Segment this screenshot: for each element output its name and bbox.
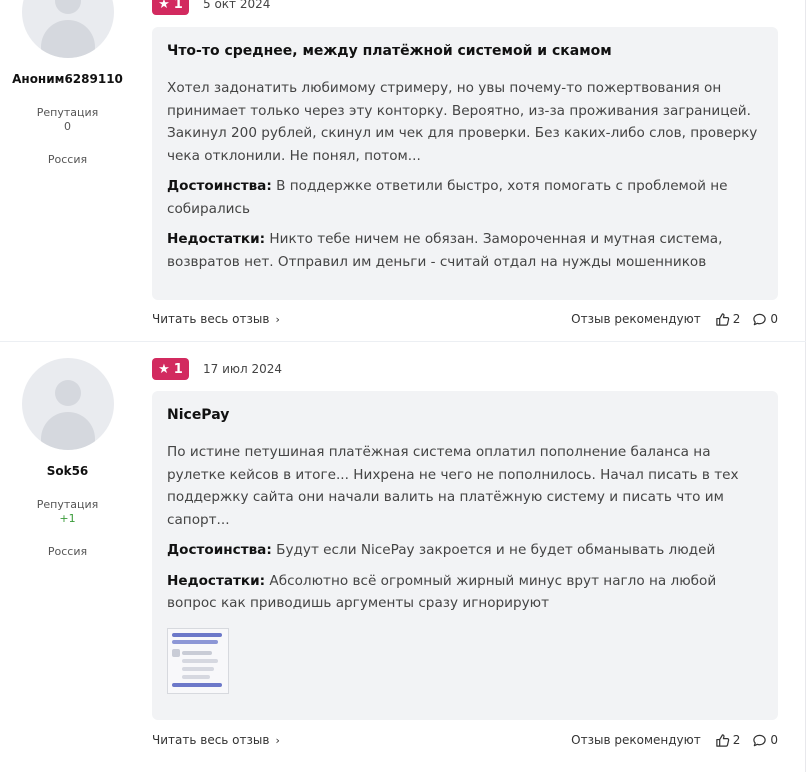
username[interactable]: Sok56 xyxy=(0,464,135,478)
rating-row: ★ 1 5 окт 2024 xyxy=(152,0,270,15)
username[interactable]: Аноним6289110 xyxy=(0,72,135,86)
read-more-label: Читать весь отзыв xyxy=(152,733,270,747)
review-footer: Читать весь отзыв › Отзыв рекомендуют 2 0 xyxy=(152,730,778,750)
rating-badge: ★ 1 xyxy=(152,0,189,15)
cons-label: Недостатки: xyxy=(167,572,266,589)
comment-icon xyxy=(753,734,767,746)
pros-block: Достоинства: В поддержке ответили быстро… xyxy=(167,175,763,220)
review-author: Аноним6289110 Репутация 0 Россия xyxy=(0,0,135,166)
pros-label: Достоинства: xyxy=(167,542,272,558)
comment-count: 0 xyxy=(770,733,778,747)
cons-block: Недостатки: Никто тебе ничем не обязан. … xyxy=(167,228,763,273)
rating-badge: ★ 1 xyxy=(152,358,189,380)
thumbs-up-icon xyxy=(715,312,729,326)
review-actions: Отзыв рекомендуют 2 0 xyxy=(571,309,778,329)
pros-text: Будут если NicePay закроется и не будет … xyxy=(276,542,716,558)
star-icon: ★ xyxy=(158,361,170,377)
reputation-value: 0 xyxy=(64,120,71,133)
avatar[interactable] xyxy=(21,0,114,58)
review-date: 17 июл 2024 xyxy=(203,362,283,376)
review-body: Что-то среднее, между платёжной системой… xyxy=(152,27,778,300)
avatar[interactable] xyxy=(21,358,114,450)
review-text: Хотел задонатить любимому стримеру, но у… xyxy=(167,80,758,164)
comment-button[interactable]: 0 xyxy=(752,309,778,329)
comment-count: 0 xyxy=(770,312,778,326)
like-button[interactable]: 2 xyxy=(715,730,741,750)
review-title[interactable]: Что-то среднее, между платёжной системой… xyxy=(167,41,763,61)
author-country: Россия xyxy=(47,153,88,166)
review-photo-thumbnail[interactable] xyxy=(167,627,229,694)
read-more-link[interactable]: Читать весь отзыв › xyxy=(152,730,280,751)
reputation-label: Репутация xyxy=(36,106,99,119)
recommend-label: Отзыв рекомендуют xyxy=(571,733,701,747)
review-text: По истине петушиная платёжная система оп… xyxy=(167,444,739,528)
review-card: Sok56 Репутация +1 Россия ★ 1 17 июл 202… xyxy=(0,342,806,772)
cons-block: Недостатки: Абсолютно всё огромный жирны… xyxy=(167,570,763,615)
read-more-link[interactable]: Читать весь отзыв › xyxy=(152,309,280,330)
review-card: Аноним6289110 Репутация 0 Россия ★ 1 5 о… xyxy=(0,0,806,342)
pros-label: Достоинства: xyxy=(167,178,272,194)
cons-label: Недостатки: xyxy=(167,231,266,247)
star-icon: ★ xyxy=(158,0,170,12)
like-button[interactable]: 2 xyxy=(715,309,741,329)
reputation-value: +1 xyxy=(59,512,76,525)
read-more-label: Читать весь отзыв xyxy=(152,312,270,326)
review-footer: Читать весь отзыв › Отзыв рекомендуют 2 0 xyxy=(152,309,778,329)
comment-button[interactable]: 0 xyxy=(752,730,778,750)
like-count: 2 xyxy=(732,733,741,747)
review-author: Sok56 Репутация +1 Россия xyxy=(0,358,135,558)
rating-value: 1 xyxy=(173,0,183,12)
chevron-right-icon: › xyxy=(275,734,280,747)
reputation-label: Репутация xyxy=(36,498,99,511)
review-title[interactable]: NicePay xyxy=(167,405,763,425)
review-date: 5 окт 2024 xyxy=(203,0,271,11)
review-actions: Отзыв рекомендуют 2 0 xyxy=(571,730,778,750)
comment-icon xyxy=(753,313,767,325)
recommend-label: Отзыв рекомендуют xyxy=(571,312,701,326)
rating-row: ★ 1 17 июл 2024 xyxy=(152,358,282,380)
like-count: 2 xyxy=(732,312,741,326)
author-country: Россия xyxy=(47,545,88,558)
review-body: NicePay По истине петушиная платёжная си… xyxy=(152,391,778,720)
thumbs-up-icon xyxy=(715,733,729,747)
pros-block: Достоинства: Будут если NicePay закроетс… xyxy=(167,539,763,562)
chevron-right-icon: › xyxy=(275,313,280,326)
rating-value: 1 xyxy=(173,361,183,377)
